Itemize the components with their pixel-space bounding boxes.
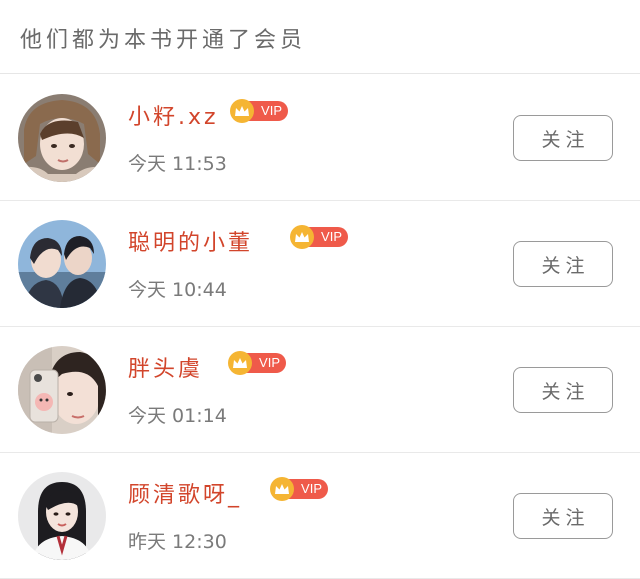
page-header: 他们都为本书开通了会员 [0,0,640,74]
member-name[interactable]: 聪明的小董 [128,229,253,259]
crown-icon [230,99,254,123]
vip-badge: VIP [270,477,328,501]
member-time: 今天 10:44 [128,279,227,301]
member-row[interactable]: 小籽.xz VIP 今天 11:53 关注 [0,75,640,201]
member-row[interactable]: 胖头虞 VIP 今天 01:14 关注 [0,327,640,453]
avatar[interactable] [18,94,106,182]
crown-icon [270,477,294,501]
member-row[interactable]: 聪明的小董 VIP 今天 10:44 关注 [0,201,640,327]
vip-badge: VIP [230,99,288,123]
follow-button[interactable]: 关注 [513,241,613,287]
crown-icon [228,351,252,375]
follow-button[interactable]: 关注 [513,115,613,161]
member-name[interactable]: 小籽.xz [128,103,219,133]
member-row[interactable]: 顾清歌呀_ VIP 昨天 12:30 关注 [0,453,640,579]
member-time: 今天 11:53 [128,153,227,175]
page-title: 他们都为本书开通了会员 [20,28,307,53]
member-name[interactable]: 胖头虞 [128,355,203,385]
member-name[interactable]: 顾清歌呀_ [128,481,242,511]
avatar[interactable] [18,346,106,434]
avatar[interactable] [18,472,106,560]
follow-button[interactable]: 关注 [513,367,613,413]
member-time: 今天 01:14 [128,405,227,427]
member-time: 昨天 12:30 [128,531,227,553]
avatar[interactable] [18,220,106,308]
vip-badge: VIP [290,225,348,249]
follow-button[interactable]: 关注 [513,493,613,539]
crown-icon [290,225,314,249]
vip-badge: VIP [228,351,286,375]
